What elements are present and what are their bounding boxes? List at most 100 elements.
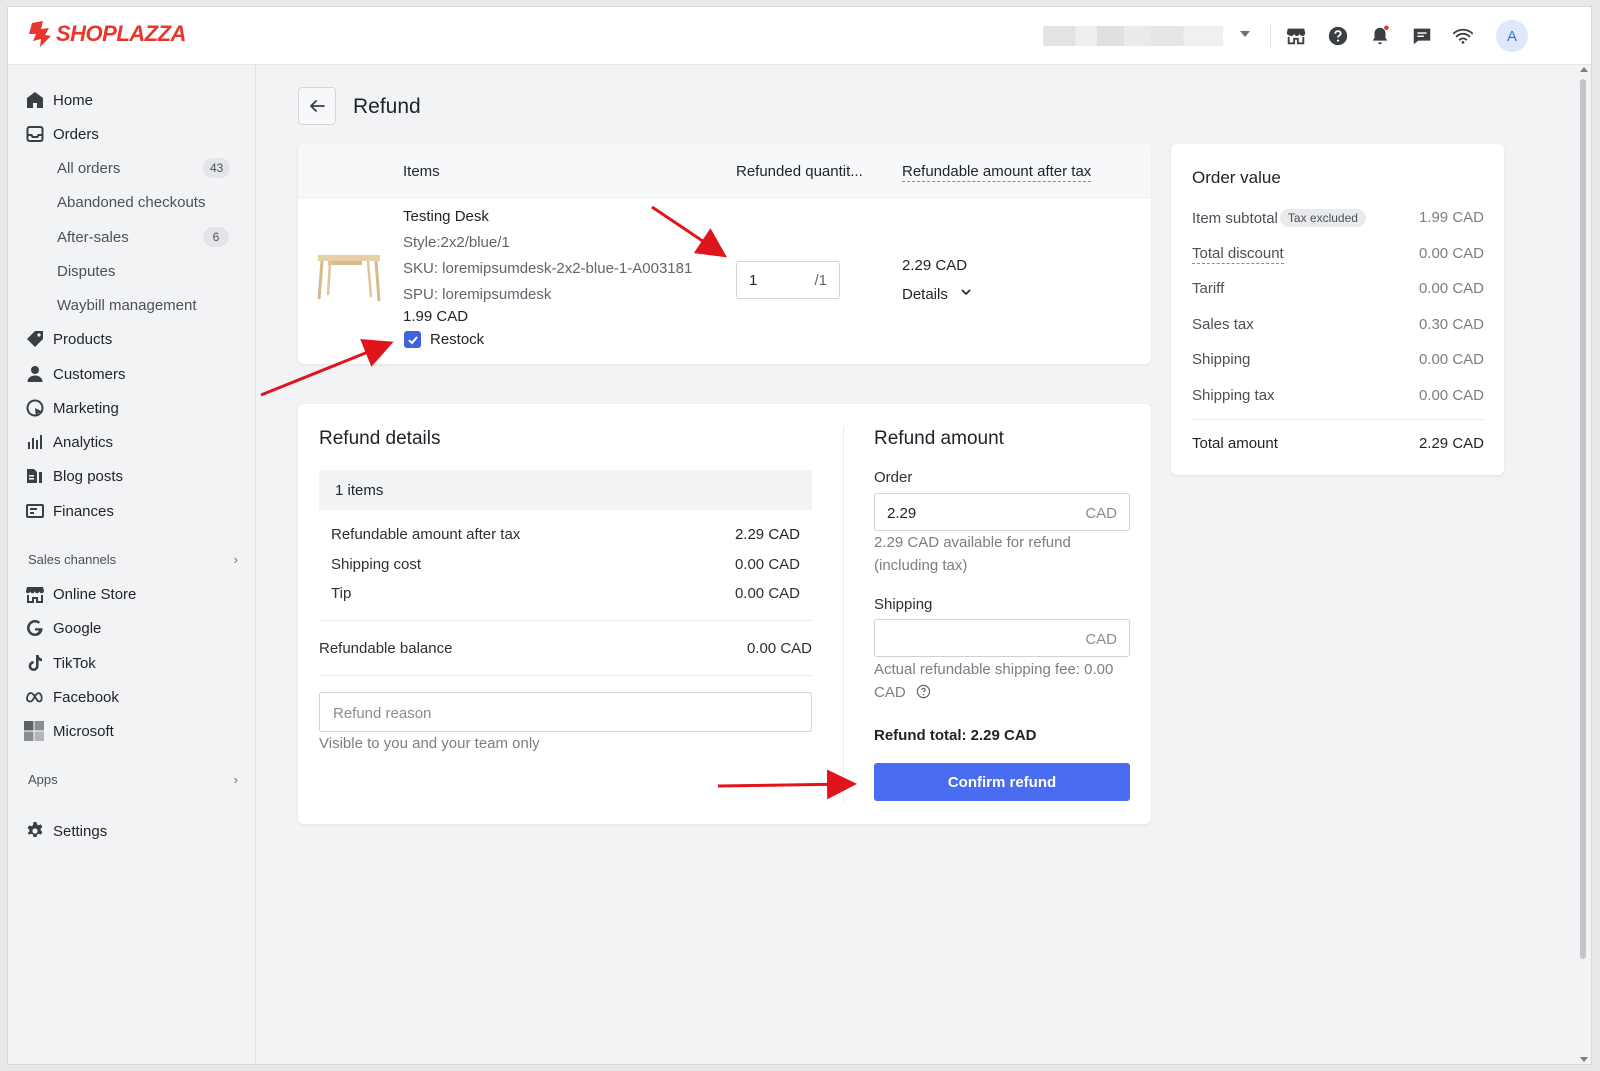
- order-value-title: Order value: [1192, 168, 1281, 187]
- sidebar-item-orders[interactable]: Orders: [8, 119, 256, 149]
- divider: [1270, 23, 1271, 49]
- app-window: SHOPLAZZA A Home Orders All orders 43 Ab…: [7, 6, 1592, 1065]
- logo-text: SHOPLAZZA: [56, 21, 186, 46]
- shipping-label: Shipping: [1192, 351, 1251, 368]
- refundable-amount-value: 2.29 CAD: [902, 257, 968, 274]
- count-badge: 6: [203, 227, 229, 247]
- tariff-label: Tariff: [1192, 280, 1225, 297]
- sidebar-item-after-sales[interactable]: After-sales 6: [8, 222, 256, 252]
- total-discount-label[interactable]: Total discount: [1192, 245, 1284, 264]
- help-icon[interactable]: [1327, 25, 1349, 47]
- refund-quantity-input[interactable]: 1 /1: [736, 261, 840, 299]
- avatar[interactable]: A: [1496, 20, 1528, 52]
- sidebar-item-label: Google: [53, 619, 102, 637]
- product-sku: SKU: loremipsumdesk-2x2-blue-1-A003181: [403, 260, 693, 277]
- shipping-cost-value: 0.00 CAD: [734, 556, 800, 573]
- sales-tax-row: Sales tax 0.30 CAD: [1192, 316, 1484, 333]
- refund-reason-input[interactable]: Refund reason: [319, 692, 812, 732]
- tiktok-icon: [28, 655, 42, 671]
- sidebar-item-label: Facebook: [53, 688, 119, 706]
- restock-checkbox[interactable]: [404, 331, 421, 348]
- sidebar-item-label: Blog posts: [53, 467, 124, 485]
- bell-icon[interactable]: [1369, 25, 1391, 47]
- sidebar-item-google[interactable]: Google: [8, 613, 256, 643]
- total-discount-value: 0.00 CAD: [1418, 245, 1484, 262]
- top-bar: SHOPLAZZA A: [8, 7, 1591, 65]
- sidebar-item-facebook[interactable]: Facebook: [8, 682, 256, 712]
- tariff-value: 0.00 CAD: [1418, 280, 1484, 297]
- sidebar-item-label: Settings: [53, 822, 108, 840]
- wifi-icon[interactable]: [1452, 25, 1474, 47]
- sidebar-item-marketing[interactable]: Marketing: [8, 393, 256, 423]
- item-subtotal-label: Item subtotal: [1192, 210, 1278, 227]
- sidebar-item-all-orders[interactable]: All orders 43: [8, 153, 256, 183]
- user-icon: [27, 366, 43, 382]
- refundable-after-tax-label: Refundable amount after tax: [331, 526, 521, 543]
- home-icon: [27, 92, 43, 108]
- scroll-up-icon[interactable]: [1580, 67, 1588, 72]
- shipping-refund-help: Actual refundable shipping fee: 0.00 CAD: [874, 658, 1113, 704]
- sidebar-item-label: All orders: [57, 159, 121, 177]
- details-label: Details: [902, 286, 948, 303]
- sidebar: Home Orders All orders 43 Abandoned chec…: [8, 65, 256, 1064]
- chevron-down-icon: [961, 289, 971, 296]
- product-name[interactable]: Testing Desk: [403, 208, 489, 225]
- column-header-items: Items: [403, 163, 440, 180]
- sidebar-item-home[interactable]: Home: [8, 85, 256, 115]
- order-refund-value: 2.29: [887, 505, 917, 522]
- page-title: Refund: [353, 95, 421, 118]
- checkmark-icon: [407, 335, 418, 344]
- total-amount-value: 2.29 CAD: [1418, 435, 1484, 452]
- apps-header[interactable]: Apps ›: [28, 772, 238, 787]
- restock-label[interactable]: Restock: [430, 331, 484, 348]
- total-amount-label: Total amount: [1192, 435, 1278, 452]
- sidebar-item-label: Abandoned checkouts: [57, 193, 206, 211]
- sidebar-item-disputes[interactable]: Disputes: [8, 256, 256, 286]
- sales-channels-header[interactable]: Sales channels ›: [28, 552, 238, 567]
- shipping-label: Shipping: [874, 596, 933, 613]
- sidebar-item-finances[interactable]: Finances: [8, 496, 256, 526]
- refund-details-title: Refund details: [319, 428, 441, 449]
- sidebar-item-waybill-management[interactable]: Waybill management: [8, 290, 256, 320]
- total-amount-row: Total amount 2.29 CAD: [1192, 435, 1484, 452]
- sidebar-item-microsoft[interactable]: Microsoft: [8, 716, 256, 746]
- sidebar-item-label: Orders: [53, 125, 99, 143]
- sidebar-item-online-store[interactable]: Online Store: [8, 579, 256, 609]
- sidebar-item-blog-posts[interactable]: Blog posts: [8, 461, 256, 491]
- sales-tax-value: 0.30 CAD: [1418, 316, 1484, 333]
- refund-reason-placeholder: Refund reason: [333, 705, 432, 722]
- scrollbar-thumb[interactable]: [1580, 79, 1586, 959]
- chevron-down-icon[interactable]: [1240, 31, 1250, 37]
- arrow-left-icon: [309, 100, 325, 112]
- question-circle-icon[interactable]: [916, 684, 931, 699]
- order-refund-help-line: 2.29 CAD available for refund: [874, 534, 1071, 551]
- quantity-max: /1: [814, 272, 827, 289]
- sidebar-item-tiktok[interactable]: TikTok: [8, 648, 256, 678]
- tax-excluded-tag: Tax excluded: [1279, 209, 1366, 227]
- section-title: Sales channels: [28, 552, 117, 567]
- order-refund-input[interactable]: 2.29 CAD: [874, 493, 1130, 531]
- refundable-after-tax-value: 2.29 CAD: [734, 526, 800, 543]
- scroll-down-icon[interactable]: [1580, 1057, 1588, 1062]
- scrollbar[interactable]: [1577, 65, 1591, 1064]
- sidebar-item-settings[interactable]: Settings: [8, 816, 256, 846]
- logo[interactable]: SHOPLAZZA: [28, 21, 186, 47]
- store-icon[interactable]: [1285, 25, 1307, 47]
- shipping-refund-input[interactable]: CAD: [874, 619, 1130, 657]
- shipping-tax-label: Shipping tax: [1192, 387, 1275, 404]
- sidebar-item-label: Online Store: [53, 585, 137, 603]
- product-style: Style:2x2/blue/1: [403, 234, 510, 251]
- confirm-refund-button[interactable]: Confirm refund: [874, 763, 1130, 801]
- divider: [319, 620, 812, 621]
- store-selector[interactable]: [1043, 26, 1223, 46]
- refund-amount-title: Refund amount: [874, 428, 1004, 449]
- tariff-row: Tariff 0.00 CAD: [1192, 280, 1484, 297]
- sidebar-item-products[interactable]: Products: [8, 324, 256, 354]
- back-button[interactable]: [298, 87, 336, 125]
- sidebar-item-customers[interactable]: Customers: [8, 359, 256, 389]
- sidebar-item-abandoned-checkouts[interactable]: Abandoned checkouts: [8, 187, 256, 217]
- sidebar-item-analytics[interactable]: Analytics: [8, 427, 256, 457]
- details-toggle[interactable]: Details: [902, 286, 972, 303]
- sidebar-item-label: Customers: [53, 365, 126, 383]
- chat-icon[interactable]: [1411, 25, 1433, 47]
